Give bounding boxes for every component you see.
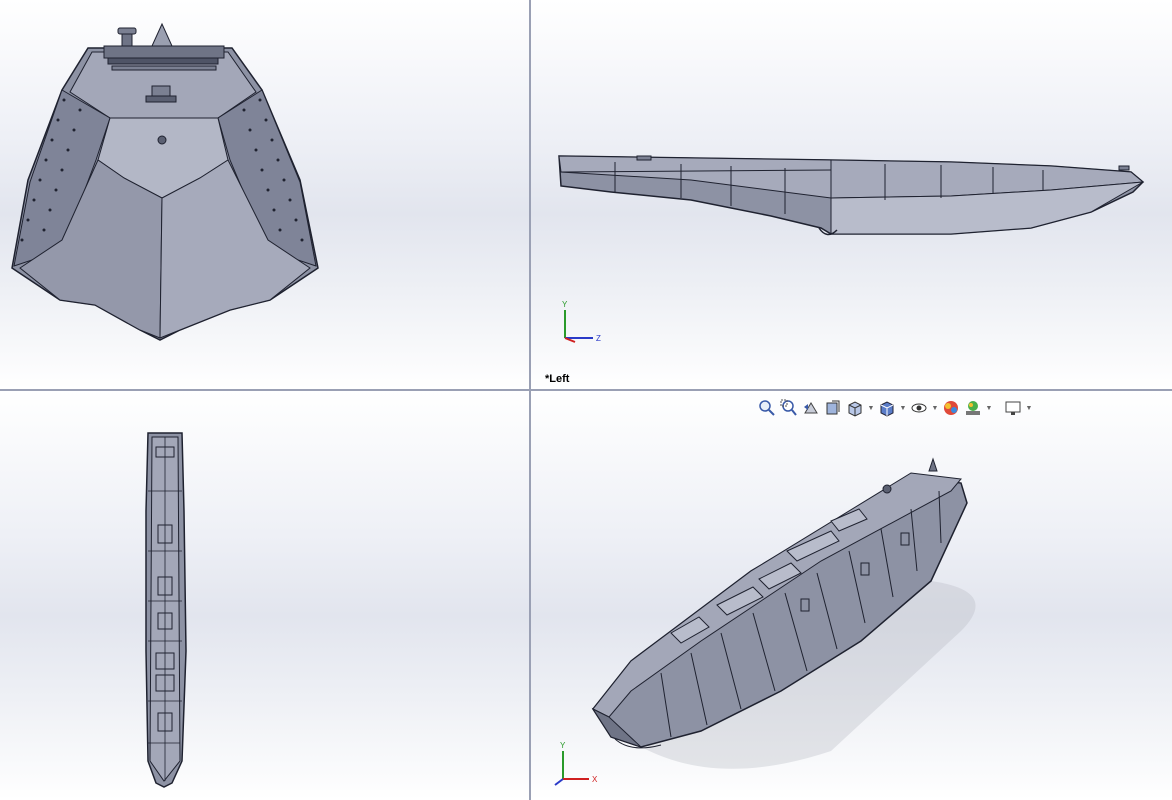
heads-up-view-toolbar: ▼ ▼ ▼ ▼ ▼ xyxy=(757,397,1033,419)
hull-top-model[interactable] xyxy=(0,391,529,800)
previous-view-icon[interactable] xyxy=(801,398,821,418)
viewport-left[interactable]: Y Z *Left xyxy=(531,0,1172,389)
axis-label-y: Y xyxy=(562,300,568,309)
axis-label-y: Y xyxy=(560,741,566,750)
axis-label-x: X xyxy=(592,775,598,784)
hull-left-model[interactable] xyxy=(531,0,1172,389)
axis-label-z: Z xyxy=(596,334,601,343)
view-name-label: *Left xyxy=(545,373,570,385)
hull-front-model[interactable] xyxy=(0,0,529,389)
zoom-to-area-icon[interactable] xyxy=(779,398,799,418)
view-orientation-dropdown-icon[interactable]: ▼ xyxy=(867,398,875,418)
apply-scene-icon[interactable] xyxy=(963,398,983,418)
view-orientation-icon[interactable] xyxy=(845,398,865,418)
view-settings-icon[interactable] xyxy=(1003,398,1023,418)
viewport-splitter-vertical[interactable] xyxy=(529,0,531,800)
hide-show-dropdown-icon[interactable]: ▼ xyxy=(931,398,939,418)
apply-scene-dropdown-icon[interactable]: ▼ xyxy=(985,398,993,418)
view-settings-dropdown-icon[interactable]: ▼ xyxy=(1025,398,1033,418)
display-style-icon[interactable] xyxy=(877,398,897,418)
viewport-top[interactable] xyxy=(0,391,529,800)
viewport-isometric[interactable]: ▼ ▼ ▼ ▼ ▼ Y X xyxy=(531,391,1172,800)
section-view-icon[interactable] xyxy=(823,398,843,418)
display-style-dropdown-icon[interactable]: ▼ xyxy=(899,398,907,418)
axis-triad-left: Y Z xyxy=(553,298,613,348)
zoom-to-fit-icon[interactable] xyxy=(757,398,777,418)
viewport-front[interactable] xyxy=(0,0,529,389)
axis-triad-iso: Y X xyxy=(549,739,609,789)
edit-appearance-icon[interactable] xyxy=(941,398,961,418)
hide-show-items-icon[interactable] xyxy=(909,398,929,418)
viewport-splitter-horizontal[interactable] xyxy=(0,389,1172,391)
hull-isometric-model[interactable] xyxy=(531,391,1172,800)
